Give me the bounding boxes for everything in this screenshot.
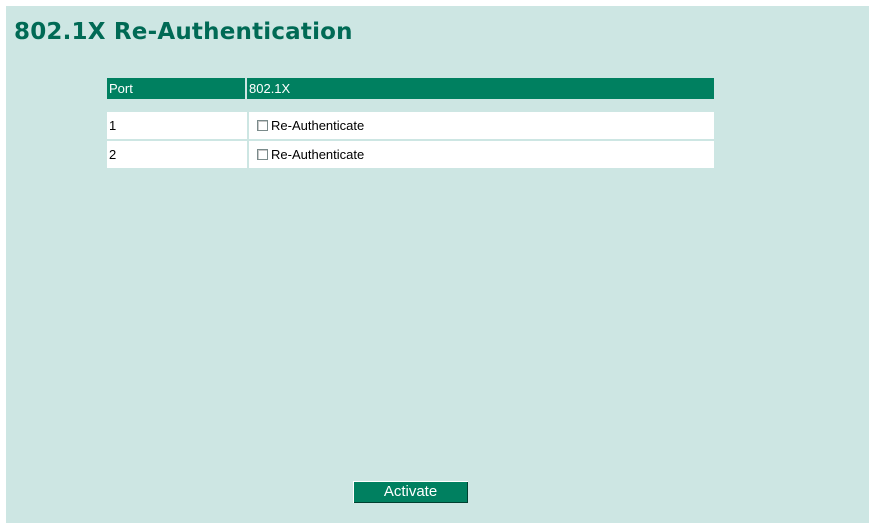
table-row: 1 Re-Authenticate	[107, 112, 714, 139]
column-header-8021x: 802.1X	[249, 81, 291, 96]
reauthenticate-checkbox[interactable]	[257, 149, 268, 160]
reauthenticate-label[interactable]: Re-Authenticate	[271, 147, 364, 162]
reauth-cell: Re-Authenticate	[249, 112, 714, 139]
content-panel: 802.1X Re-Authentication Port 802.1X 1 R…	[6, 6, 869, 523]
reauthenticate-label[interactable]: Re-Authenticate	[271, 118, 364, 133]
reauth-cell: Re-Authenticate	[249, 141, 714, 168]
reauth-table: Port 802.1X 1 Re-Authenticate 2 Re-Authe…	[107, 78, 714, 170]
page-title: 802.1X Re-Authentication	[14, 19, 353, 45]
table-row: 2 Re-Authenticate	[107, 141, 714, 168]
activate-button[interactable]: Activate	[353, 481, 468, 503]
port-number: 1	[107, 112, 247, 139]
reauthenticate-checkbox[interactable]	[257, 120, 268, 131]
column-header-port: Port	[107, 78, 247, 99]
port-number: 2	[107, 141, 247, 168]
table-header: Port 802.1X	[107, 78, 714, 99]
